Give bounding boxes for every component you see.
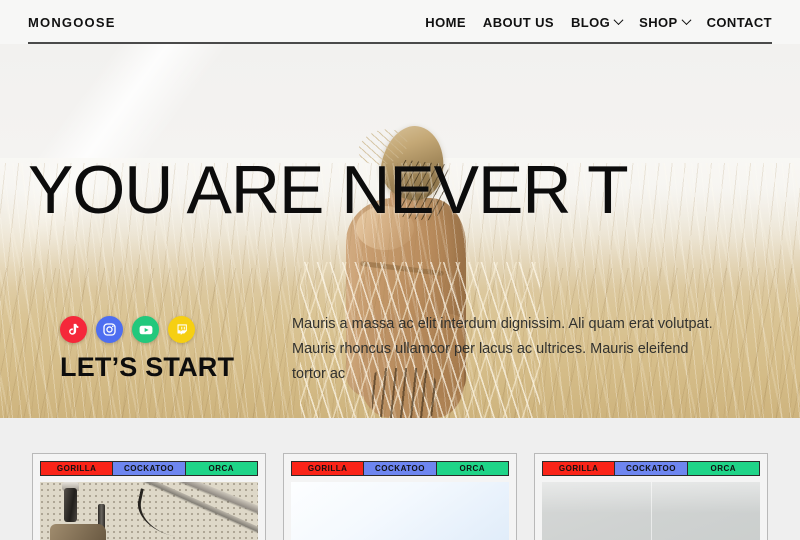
card-1: GORILLA COCKATOO ORCA bbox=[32, 453, 266, 540]
cards-section: GORILLA COCKATOO ORCA GORILLA COCKATOO O… bbox=[0, 418, 800, 540]
card-3-tab-gorilla[interactable]: GORILLA bbox=[542, 461, 616, 476]
hero-cta-label[interactable]: LET’S START bbox=[60, 352, 234, 383]
card-3-tab-orca[interactable]: ORCA bbox=[687, 461, 760, 476]
card-2: GORILLA COCKATOO ORCA bbox=[283, 453, 517, 540]
card-3-tab-cockatoo[interactable]: COCKATOO bbox=[615, 461, 688, 476]
card-3-tabs: GORILLA COCKATOO ORCA bbox=[542, 461, 760, 476]
grey-panel-divider bbox=[651, 482, 652, 540]
nav-item-shop[interactable]: SHOP bbox=[639, 14, 692, 30]
twitch-icon[interactable] bbox=[168, 316, 195, 343]
chevron-down-icon bbox=[613, 14, 624, 25]
main-navigation: HOME ABOUT US BLOG SHOP CONTACT bbox=[425, 15, 772, 30]
nav-label-contact: CONTACT bbox=[706, 14, 772, 30]
card-1-tab-orca[interactable]: ORCA bbox=[185, 461, 258, 476]
workshop-cable bbox=[112, 534, 212, 540]
card-2-tab-gorilla[interactable]: GORILLA bbox=[291, 461, 365, 476]
card-1-tabs: GORILLA COCKATOO ORCA bbox=[40, 461, 258, 476]
youtube-icon[interactable] bbox=[132, 316, 159, 343]
card-2-tabs: GORILLA COCKATOO ORCA bbox=[291, 461, 509, 476]
nav-item-about-us[interactable]: ABOUT US bbox=[483, 15, 554, 30]
nav-label-blog: BLOG bbox=[571, 14, 611, 30]
social-links bbox=[60, 316, 195, 343]
cards-row: GORILLA COCKATOO ORCA GORILLA COCKATOO O… bbox=[0, 453, 800, 540]
instagram-icon[interactable] bbox=[96, 316, 123, 343]
card-1-tab-cockatoo[interactable]: COCKATOO bbox=[113, 461, 186, 476]
nav-label-home: HOME bbox=[425, 14, 466, 30]
tiktok-icon[interactable] bbox=[60, 316, 87, 343]
card-2-tab-orca[interactable]: ORCA bbox=[436, 461, 509, 476]
card-1-image bbox=[40, 482, 258, 540]
nav-item-home[interactable]: HOME bbox=[425, 15, 466, 30]
hero-paragraph: Mauris a massa ac elit interdum dignissi… bbox=[292, 316, 713, 382]
nav-item-contact[interactable]: CONTACT bbox=[707, 15, 772, 30]
workshop-cylinder bbox=[64, 488, 77, 522]
site-logo[interactable]: MONGOOSE bbox=[28, 15, 116, 30]
site-header: MONGOOSE HOME ABOUT US BLOG SHOP CONTACT bbox=[0, 0, 800, 44]
header-inner: MONGOOSE HOME ABOUT US BLOG SHOP CONTACT bbox=[0, 0, 800, 44]
header-divider bbox=[28, 42, 772, 44]
card-2-image bbox=[291, 482, 509, 540]
chevron-down-icon bbox=[681, 14, 692, 25]
workshop-machine-body bbox=[50, 524, 106, 540]
nav-label-shop: SHOP bbox=[639, 14, 678, 30]
card-1-tab-gorilla[interactable]: GORILLA bbox=[40, 461, 114, 476]
card-3: GORILLA COCKATOO ORCA bbox=[534, 453, 768, 540]
card-2-tab-cockatoo[interactable]: COCKATOO bbox=[364, 461, 437, 476]
nav-label-about-us: ABOUT US bbox=[482, 14, 554, 30]
nav-item-blog[interactable]: BLOG bbox=[571, 14, 624, 30]
webpage-root: MONGOOSE HOME ABOUT US BLOG SHOP CONTACT bbox=[0, 0, 800, 540]
hero-headline: YOU ARE NEVER T bbox=[28, 152, 629, 228]
hero-section: YOU ARE NEVER T LET’S START Mauris a mas… bbox=[0, 44, 800, 418]
card-3-image bbox=[542, 482, 760, 540]
